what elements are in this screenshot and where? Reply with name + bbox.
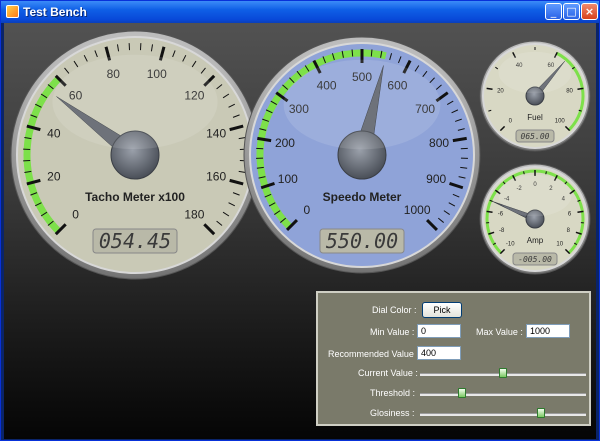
client-area: 0 20 40 60 80 100 120 140 160 180 Tacho Meter x100…: [4, 23, 596, 439]
minimize-button[interactable]: _: [545, 3, 562, 20]
glossiness-label: Glosiness :: [370, 408, 415, 418]
speedo-tick-label: 0: [304, 203, 311, 217]
amp-tick-label: -10: [506, 242, 515, 248]
speedo-minor-tick: [370, 49, 373, 57]
speedo-tick-label: 800: [429, 136, 449, 150]
app-icon: [6, 5, 19, 18]
pick-color-button[interactable]: Pick: [422, 302, 462, 318]
tacho-lcd-value: 054.45: [99, 229, 171, 253]
current-value-slider-thumb[interactable]: [499, 368, 507, 378]
title-bar[interactable]: Test Bench _ □ ×: [1, 1, 599, 23]
settings-panel: Dial Color : Pick Min Value : 0 Max Valu…: [316, 291, 591, 426]
window-title: Test Bench: [23, 5, 87, 19]
dial-color-label: Dial Color :: [372, 305, 417, 315]
amp-major-tick: [577, 210, 584, 214]
recommended-value-input[interactable]: 400: [417, 346, 461, 360]
threshold-label: Threshold :: [370, 388, 416, 398]
speedo-tick-label: 1000: [404, 203, 431, 217]
amp-gloss: [498, 174, 572, 217]
tacho-tick-label: 140: [206, 126, 226, 140]
tacho-tick-label: 0: [72, 207, 79, 221]
amp-label: Amp: [527, 236, 544, 245]
tacho-tick-label: 20: [47, 170, 61, 184]
app-window: Test Bench _ □ × 0 20 40 60 80 100 120 140 160 18…: [0, 0, 600, 441]
amp-minor-tick: [523, 171, 525, 175]
tacho-tick-label: 180: [184, 207, 204, 221]
fuel-major-tick: [486, 87, 493, 91]
fuel-tick-label: 80: [566, 89, 573, 95]
amp-tick-label: -8: [499, 228, 505, 234]
glossiness-track[interactable]: [420, 413, 586, 416]
fuel-label: Fuel: [527, 113, 543, 122]
speedo-lcd-value: 550.00: [326, 229, 398, 253]
threshold-slider-thumb[interactable]: [457, 388, 466, 398]
maximize-button[interactable]: □: [563, 3, 580, 20]
gauge-speedo: 01002003004005006007008009001000Speedo M…: [243, 36, 481, 274]
tacho-gloss: [52, 54, 218, 150]
current-value-label: Current Value :: [358, 368, 418, 378]
min-value-input[interactable]: 0: [417, 324, 461, 338]
fuel-lcd-value: 065.00: [521, 132, 550, 141]
amp-minor-tick: [545, 171, 547, 175]
threshold-track[interactable]: [420, 393, 586, 396]
speedo-label: Speedo Meter: [323, 190, 402, 204]
fuel-gloss: [498, 51, 572, 94]
speedo-tick-label: 900: [426, 172, 446, 186]
close-button[interactable]: ×: [581, 3, 598, 20]
speedo-gloss: [283, 59, 441, 150]
recommended-value-label: Recommended Value :: [328, 349, 419, 359]
fuel-major-tick: [577, 87, 584, 91]
speedo-tick-label: 100: [278, 172, 298, 186]
max-value-input[interactable]: 1000: [526, 324, 570, 338]
amp-major-tick: [486, 210, 493, 214]
speedo-minor-tick: [351, 49, 354, 57]
tacho-tick-label: 160: [206, 170, 226, 184]
amp-lcd-value: -005.00: [518, 255, 552, 264]
gauge-amp: -10-8-6-4-20246810Amp-005.00: [479, 163, 591, 275]
min-value-label: Min Value :: [370, 327, 415, 337]
fuel-tick-label: 20: [497, 89, 504, 95]
amp-tick-label: -6: [498, 212, 504, 218]
gauge-tacho: 020406080 100120140160180Tacho Meter x100…: [10, 30, 260, 280]
tacho-label: Tacho Meter x100: [85, 190, 185, 204]
speedo-tick-label: 200: [275, 136, 295, 150]
glossiness-slider-thumb[interactable]: [537, 408, 546, 418]
gauge-fuel: 02040 6080100Fuel065.00: [479, 40, 591, 152]
tacho-tick-label: 40: [47, 126, 61, 140]
fuel-tick-label: 100: [555, 119, 566, 125]
amp-tick-label: 10: [556, 242, 563, 248]
max-value-label: Max Value :: [476, 327, 523, 337]
